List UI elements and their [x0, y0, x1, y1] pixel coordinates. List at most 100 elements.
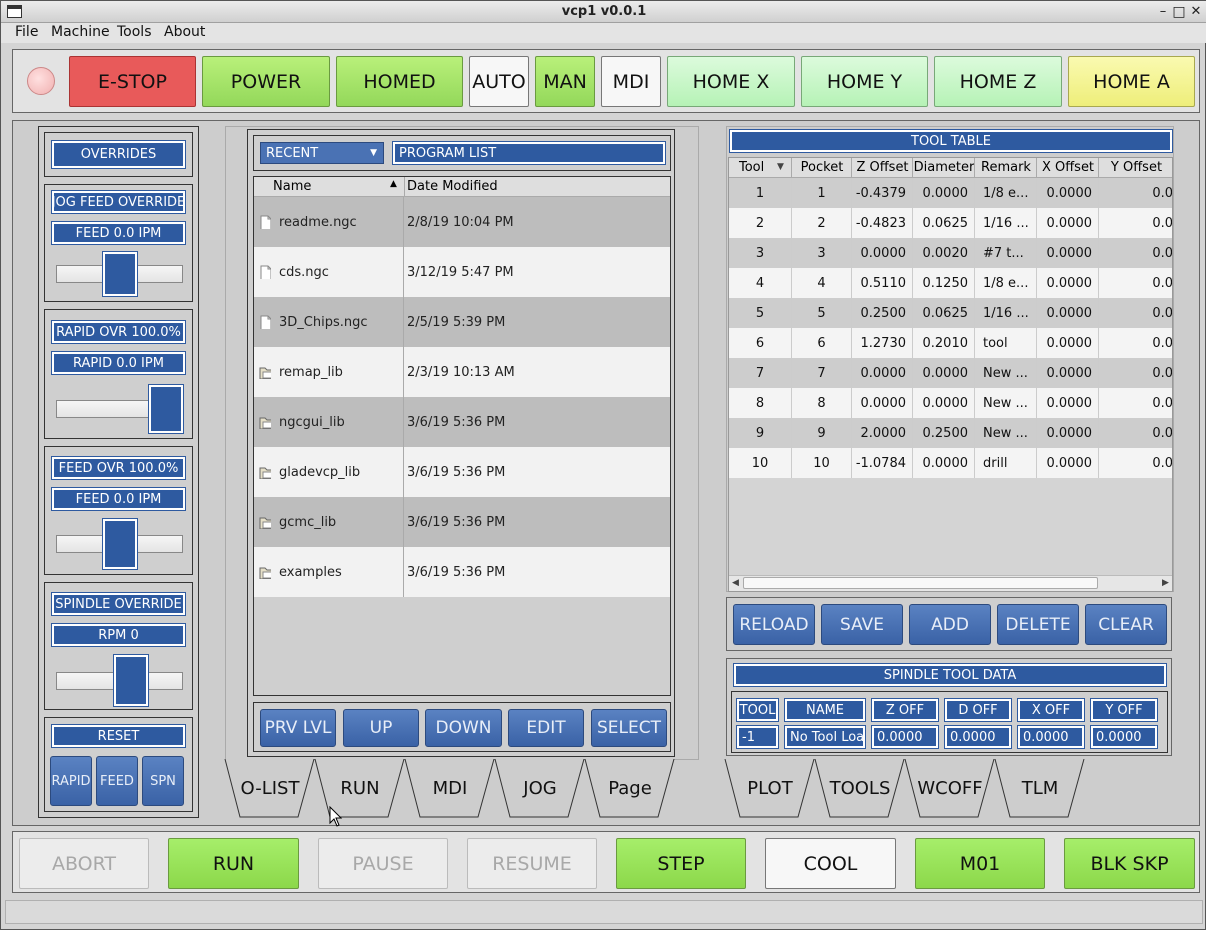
delete-button[interactable]: DELETE — [997, 604, 1079, 645]
tool-table-cell: 4 — [792, 268, 852, 298]
file-row[interactable]: remap_lib 2/3/19 10:13 AM — [254, 347, 670, 397]
feed-override-slider-handle[interactable] — [101, 518, 138, 570]
home-x-button[interactable]: HOME X — [667, 56, 795, 107]
tool-column-header[interactable]: X Offset — [1037, 160, 1099, 175]
file-list[interactable]: Name ▲ Date Modified readme.ngc 2/8/19 10… — [253, 176, 671, 696]
reload-button[interactable]: RELOAD — [733, 604, 815, 645]
reset-spindle-button[interactable]: SPN — [142, 756, 184, 806]
tab-run[interactable]: RUN — [314, 759, 406, 819]
tab-o-list[interactable]: O-LIST — [224, 759, 316, 819]
maximize-icon[interactable]: □ — [1171, 4, 1187, 20]
tool-table-row[interactable]: 10 10 -1.0784 0.0000 drill 0.0000 0.0 — [729, 448, 1172, 478]
tool-column-header[interactable]: Remark — [975, 160, 1037, 175]
tool-table-cell: 9 — [729, 418, 792, 448]
menu-machine[interactable]: Machine — [51, 24, 110, 40]
up-button[interactable]: UP — [343, 709, 419, 747]
mdi-mode-button[interactable]: MDI — [601, 56, 661, 107]
rapid-override-slider-handle[interactable] — [148, 384, 184, 434]
select-button[interactable]: SELECT — [591, 709, 667, 747]
spindle-override-slider-handle[interactable] — [112, 654, 149, 707]
manual-mode-button[interactable]: MAN — [535, 56, 595, 107]
tool-table-row[interactable]: 1 1 -0.4379 0.0000 1/8 e... 0.0000 0.0 — [729, 178, 1172, 208]
jog-feed-slider-handle[interactable] — [101, 251, 138, 297]
tab-jog[interactable]: JOG — [494, 759, 586, 819]
scroll-right-icon[interactable]: ▶ — [1162, 578, 1169, 588]
menu-tools[interactable]: Tools — [117, 24, 152, 40]
home-y-button[interactable]: HOME Y — [801, 56, 928, 107]
file-name: 3D_Chips.ngc — [279, 314, 368, 330]
tab-label: O-LIST — [240, 778, 300, 799]
tool-table-row[interactable]: 9 9 2.0000 0.2500 New ... 0.0000 0.0 — [729, 418, 1172, 448]
file-row[interactable]: ngcgui_lib 3/6/19 5:36 PM — [254, 397, 670, 447]
tool-table-cell: 0.0 — [1099, 418, 1172, 448]
estop-button[interactable]: E-STOP — [69, 56, 196, 107]
auto-mode-button[interactable]: AUTO — [469, 56, 529, 107]
step-button[interactable]: STEP — [616, 838, 746, 889]
minimize-icon[interactable]: – — [1155, 4, 1171, 19]
run-button[interactable]: RUN — [168, 838, 299, 889]
tool-table-row[interactable]: 2 2 -0.4823 0.0625 1/16 ... 0.0000 0.0 — [729, 208, 1172, 238]
tool-column-header[interactable]: Diameter — [913, 160, 975, 175]
rapid-override-group: RAPID OVR 100.0% RAPID 0.0 IPM — [44, 309, 193, 439]
tool-table-cell: 0.0000 — [1037, 238, 1099, 268]
recent-filter-dropdown[interactable]: RECENT ▼ — [260, 142, 384, 164]
file-row[interactable]: gcmc_lib 3/6/19 5:36 PM — [254, 497, 670, 547]
file-row[interactable]: 3D_Chips.ngc 2/5/19 5:39 PM — [254, 297, 670, 347]
m01-button[interactable]: M01 — [915, 838, 1045, 889]
abort-button[interactable]: ABORT — [19, 838, 149, 889]
tool-table-row[interactable]: 5 5 0.2500 0.0625 1/16 ... 0.0000 0.0 — [729, 298, 1172, 328]
tool-table-row[interactable]: 7 7 0.0000 0.0000 New ... 0.0000 0.0 — [729, 358, 1172, 388]
menu-about[interactable]: About — [164, 24, 205, 40]
file-row[interactable]: readme.ngc 2/8/19 10:04 PM — [254, 197, 670, 247]
power-button[interactable]: POWER — [202, 56, 330, 107]
tab-plot[interactable]: PLOT — [724, 759, 816, 819]
tab-tlm[interactable]: TLM — [994, 759, 1086, 819]
tool-column-header[interactable]: Y Offset — [1099, 160, 1172, 175]
edit-button[interactable]: EDIT — [508, 709, 584, 747]
tool-table-row[interactable]: 3 3 0.0000 0.0020 #7 t... 0.0000 0.0 — [729, 238, 1172, 268]
tab-page[interactable]: Page — [584, 759, 676, 819]
scroll-left-icon[interactable]: ◀ — [732, 578, 739, 588]
tab-wcoff[interactable]: WCOFF — [904, 759, 996, 819]
coolant-button[interactable]: COOL — [765, 838, 896, 889]
sort-dropdown-icon: ▼ — [777, 162, 784, 172]
date-column-header[interactable]: Date Modified — [407, 179, 498, 194]
previous-level-button[interactable]: PRV LVL — [260, 709, 336, 747]
column-divider — [404, 177, 405, 197]
block-skip-button[interactable]: BLK SKP — [1064, 838, 1195, 889]
feed-override-label: FEED OVR 100.0% — [51, 456, 186, 480]
reset-rapid-button[interactable]: RAPID — [50, 756, 92, 806]
clear-button[interactable]: CLEAR — [1085, 604, 1167, 645]
tool-table-cell: 1/16 ... — [975, 298, 1037, 328]
home-z-button[interactable]: HOME Z — [934, 56, 1062, 107]
title-bar[interactable]: vcp1 v0.0.1 – □ ✕ — [1, 1, 1206, 23]
name-column-header[interactable]: Name — [273, 179, 311, 194]
pause-button[interactable]: PAUSE — [318, 838, 448, 889]
tool-table-grid[interactable]: Tool ▼ Pocket Z Offset Diameter Remark X Offse… — [728, 157, 1173, 592]
spindle-tool-header: TOOL — [736, 698, 779, 722]
tool-column-header[interactable]: Pocket — [792, 160, 852, 175]
file-row[interactable]: gladevcp_lib 3/6/19 5:36 PM — [254, 447, 670, 497]
tool-table-cell: 1.2730 — [852, 328, 913, 358]
tool-column-header[interactable]: Z Offset — [852, 160, 913, 175]
homed-button[interactable]: HOMED — [336, 56, 463, 107]
scrollbar-thumb[interactable] — [743, 577, 1098, 589]
tool-table-row[interactable]: 4 4 0.5110 0.1250 1/8 e... 0.0000 0.0 — [729, 268, 1172, 298]
horizontal-scrollbar[interactable]: ◀ ▶ — [729, 575, 1172, 591]
tab-tools[interactable]: TOOLS — [814, 759, 906, 819]
down-button[interactable]: DOWN — [425, 709, 502, 747]
tool-table-cell: 10 — [729, 448, 792, 478]
tool-table-cell: 2 — [729, 208, 792, 238]
tab-mdi[interactable]: MDI — [404, 759, 496, 819]
resume-button[interactable]: RESUME — [467, 838, 597, 889]
home-a-button[interactable]: HOME A — [1068, 56, 1195, 107]
menu-file[interactable]: File — [15, 24, 38, 40]
add-button[interactable]: ADD — [909, 604, 991, 645]
save-button[interactable]: SAVE — [821, 604, 903, 645]
tool-table-row[interactable]: 8 8 0.0000 0.0000 New ... 0.0000 0.0 — [729, 388, 1172, 418]
file-row[interactable]: cds.ngc 3/12/19 5:47 PM — [254, 247, 670, 297]
file-row[interactable]: examples 3/6/19 5:36 PM — [254, 547, 670, 597]
reset-feed-button[interactable]: FEED — [96, 756, 138, 806]
close-icon[interactable]: ✕ — [1188, 4, 1204, 19]
tool-table-row[interactable]: 6 6 1.2730 0.2010 tool 0.0000 0.0 — [729, 328, 1172, 358]
